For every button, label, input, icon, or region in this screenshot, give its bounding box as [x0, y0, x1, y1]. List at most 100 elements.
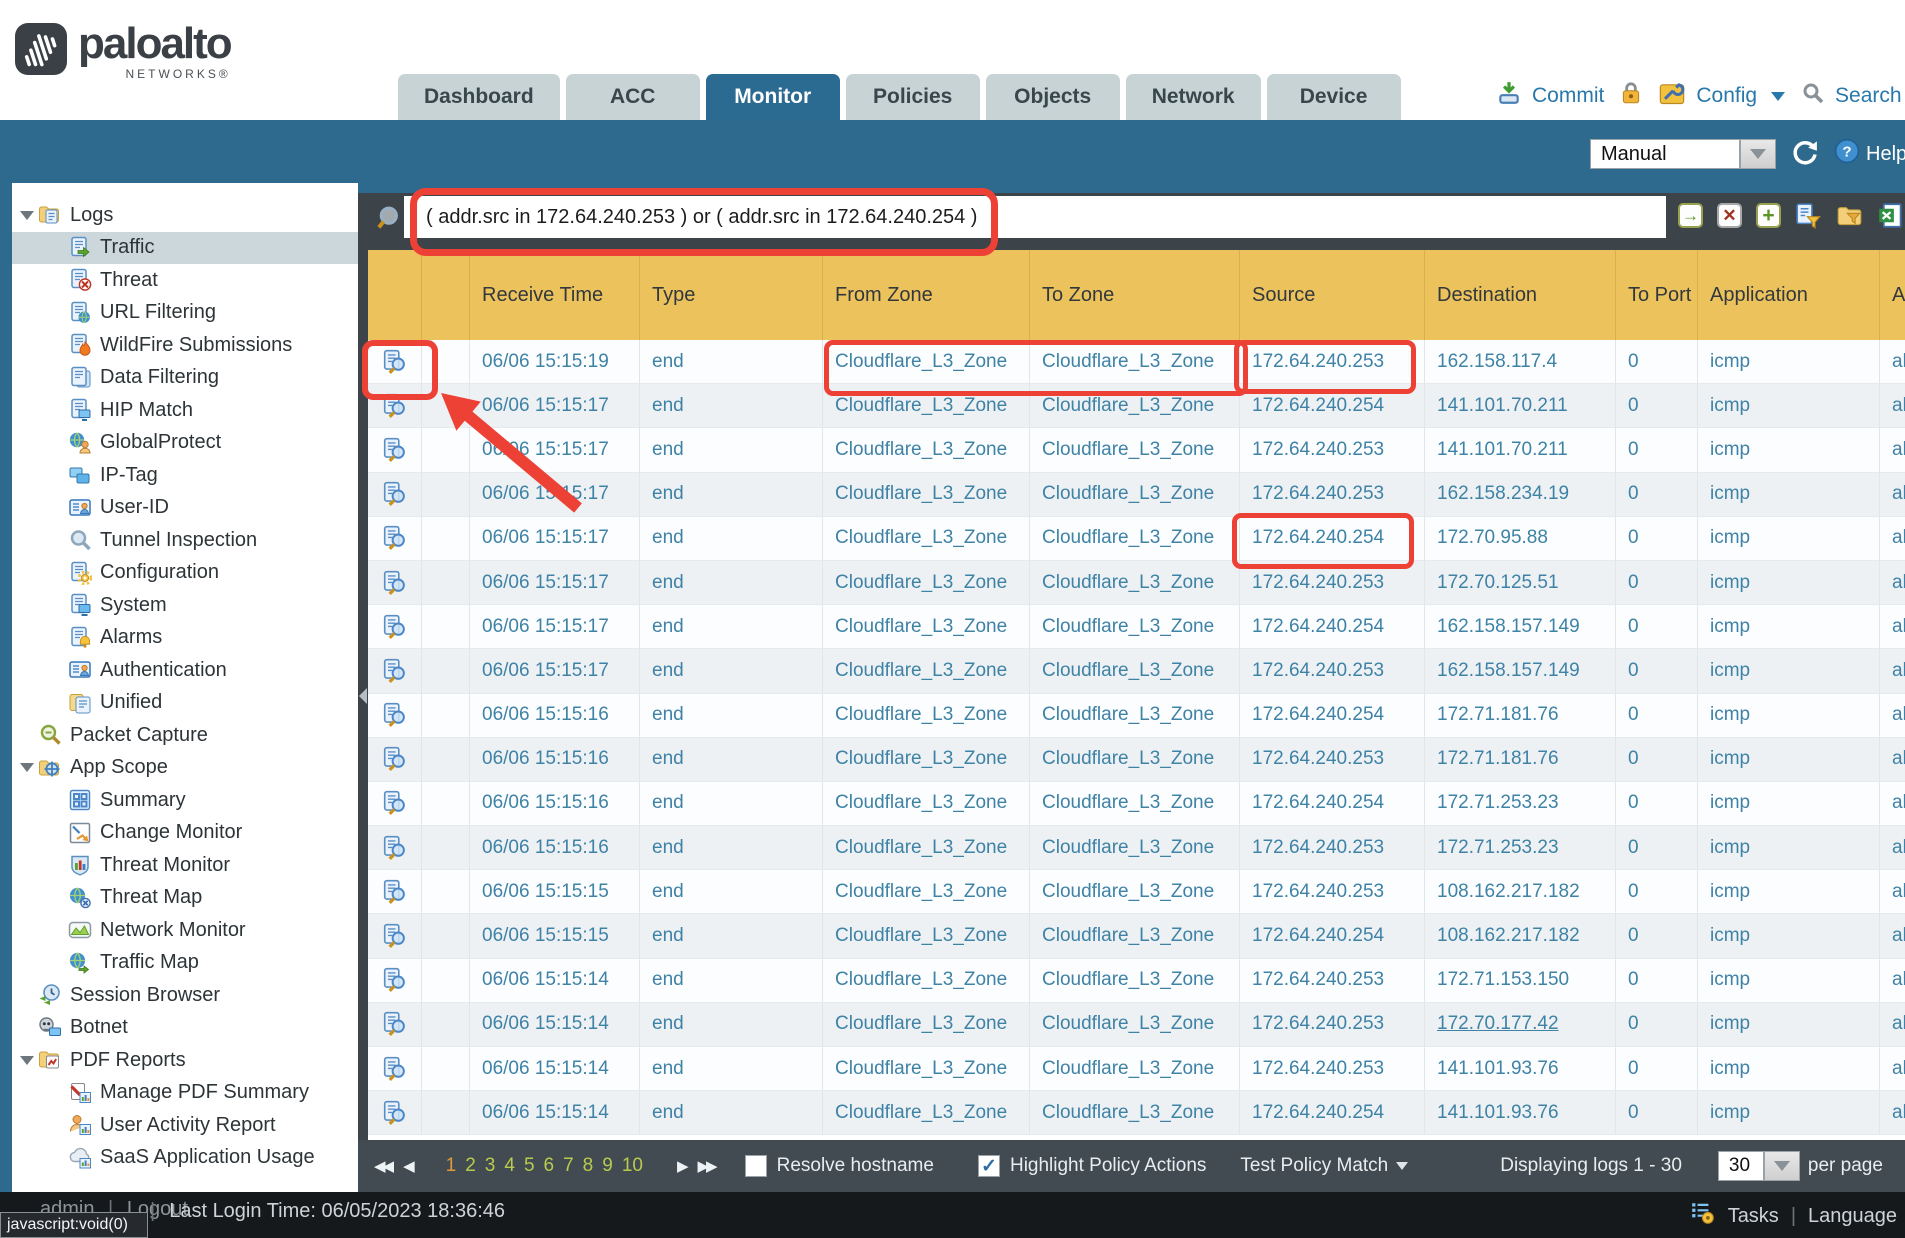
cell-action[interactable]: allow: [1880, 340, 1905, 384]
cell-destination[interactable]: 162.158.157.149: [1425, 605, 1616, 649]
cell-action[interactable]: allow: [1880, 782, 1905, 826]
sidebar-item-tunnel-inspection[interactable]: Tunnel Inspection: [12, 524, 358, 557]
cell-receive-time[interactable]: 06/06 15:15:15: [470, 870, 640, 914]
sidebar-item-data-filtering[interactable]: Data Filtering: [12, 362, 358, 395]
cell-to-port[interactable]: 0: [1616, 384, 1698, 428]
sidebar-item-url-filtering[interactable]: URL Filtering: [12, 297, 358, 330]
column-header-from-zone[interactable]: From Zone: [823, 250, 1030, 340]
cell-to-zone[interactable]: Cloudflare_L3_Zone: [1030, 870, 1240, 914]
sidebar-item-alarms[interactable]: Alarms: [12, 622, 358, 655]
cell-source[interactable]: 172.64.240.253: [1240, 561, 1425, 605]
cell-application[interactable]: icmp: [1698, 517, 1880, 561]
cell-to-port[interactable]: 0: [1616, 428, 1698, 472]
sidebar-item-threat[interactable]: Threat: [12, 264, 358, 297]
cell-application[interactable]: icmp: [1698, 782, 1880, 826]
cell-source[interactable]: 172.64.240.253: [1240, 473, 1425, 517]
tab-policies[interactable]: Policies: [846, 74, 980, 120]
add-filter-button[interactable]: +: [1756, 203, 1781, 228]
next-page-button[interactable]: ▶: [677, 1157, 686, 1175]
cell-destination[interactable]: 141.101.70.211: [1425, 428, 1616, 472]
cell-to-zone[interactable]: Cloudflare_L3_Zone: [1030, 561, 1240, 605]
cell-type[interactable]: end: [640, 914, 823, 958]
cell-from-zone[interactable]: Cloudflare_L3_Zone: [823, 517, 1030, 561]
sidebar-item-change-monitor[interactable]: Change Monitor: [12, 817, 358, 850]
column-header-receive-time[interactable]: Receive Time: [470, 250, 640, 340]
test-policy-match-button[interactable]: Test Policy Match: [1240, 1155, 1388, 1177]
column-header-source[interactable]: Source: [1240, 250, 1425, 340]
log-detail-icon[interactable]: [382, 614, 408, 640]
sidebar-item-logs[interactable]: Logs: [12, 199, 358, 232]
cell-to-port[interactable]: 0: [1616, 959, 1698, 1003]
refresh-icon[interactable]: [1790, 137, 1820, 172]
cell-from-zone[interactable]: Cloudflare_L3_Zone: [823, 428, 1030, 472]
sidebar-item-system[interactable]: System: [12, 589, 358, 622]
tab-device[interactable]: Device: [1267, 74, 1401, 120]
cell-application[interactable]: icmp: [1698, 738, 1880, 782]
cell-action[interactable]: allow: [1880, 473, 1905, 517]
expander-icon[interactable]: [20, 1056, 34, 1065]
cell-from-zone[interactable]: Cloudflare_L3_Zone: [823, 649, 1030, 693]
expander-icon[interactable]: [20, 763, 34, 772]
cell-to-zone[interactable]: Cloudflare_L3_Zone: [1030, 1003, 1240, 1047]
per-page-select[interactable]: 30: [1718, 1151, 1800, 1181]
cell-application[interactable]: icmp: [1698, 914, 1880, 958]
expander-icon[interactable]: [20, 211, 34, 220]
log-table-row[interactable]: 06/06 15:15:17endCloudflare_L3_ZoneCloud…: [368, 384, 1905, 428]
cell-receive-time[interactable]: 06/06 15:15:17: [470, 649, 640, 693]
cell-from-zone[interactable]: Cloudflare_L3_Zone: [823, 782, 1030, 826]
cell-destination[interactable]: 172.70.177.42: [1425, 1003, 1616, 1047]
cell-to-zone[interactable]: Cloudflare_L3_Zone: [1030, 738, 1240, 782]
cell-to-zone[interactable]: Cloudflare_L3_Zone: [1030, 517, 1240, 561]
tab-objects[interactable]: Objects: [986, 74, 1120, 120]
cell-action[interactable]: allow: [1880, 649, 1905, 693]
column-header-destination[interactable]: Destination: [1425, 250, 1616, 340]
cell-type[interactable]: end: [640, 517, 823, 561]
cell-source[interactable]: 172.64.240.253: [1240, 1047, 1425, 1091]
cell-destination[interactable]: 172.70.95.88: [1425, 517, 1616, 561]
cell-to-port[interactable]: 0: [1616, 782, 1698, 826]
cell-to-zone[interactable]: Cloudflare_L3_Zone: [1030, 914, 1240, 958]
cell-to-port[interactable]: 0: [1616, 517, 1698, 561]
cell-to-port[interactable]: 0: [1616, 870, 1698, 914]
cell-action[interactable]: allow: [1880, 384, 1905, 428]
page-number-7[interactable]: 7: [563, 1155, 574, 1177]
lock-icon[interactable]: [1618, 80, 1644, 112]
log-detail-icon[interactable]: [382, 702, 408, 728]
help-icon[interactable]: ?: [1834, 138, 1860, 170]
sidebar-item-traffic[interactable]: Traffic: [12, 232, 358, 265]
log-table-row[interactable]: 06/06 15:15:17endCloudflare_L3_ZoneCloud…: [368, 517, 1905, 561]
column-header-to-port[interactable]: To Port: [1616, 250, 1698, 340]
tab-network[interactable]: Network: [1126, 74, 1261, 120]
cell-from-zone[interactable]: Cloudflare_L3_Zone: [823, 914, 1030, 958]
apply-filter-button[interactable]: →: [1678, 203, 1703, 228]
cell-application[interactable]: icmp: [1698, 826, 1880, 870]
log-table-row[interactable]: 06/06 15:15:17endCloudflare_L3_ZoneCloud…: [368, 605, 1905, 649]
cell-action[interactable]: allow: [1880, 870, 1905, 914]
cell-to-zone[interactable]: Cloudflare_L3_Zone: [1030, 1091, 1240, 1135]
cell-action[interactable]: allow: [1880, 738, 1905, 782]
log-detail-icon[interactable]: [382, 835, 408, 861]
cell-type[interactable]: end: [640, 782, 823, 826]
sidebar-item-configuration[interactable]: Configuration: [12, 557, 358, 590]
cell-to-zone[interactable]: Cloudflare_L3_Zone: [1030, 605, 1240, 649]
log-filter-input[interactable]: [404, 196, 1666, 238]
sidebar-item-wildfire-submissions[interactable]: WildFire Submissions: [12, 329, 358, 362]
cell-action[interactable]: allow: [1880, 914, 1905, 958]
cell-from-zone[interactable]: Cloudflare_L3_Zone: [823, 694, 1030, 738]
log-detail-icon[interactable]: [382, 481, 408, 507]
cell-type[interactable]: end: [640, 605, 823, 649]
cell-source[interactable]: 172.64.240.254: [1240, 384, 1425, 428]
cell-application[interactable]: icmp: [1698, 428, 1880, 472]
cell-receive-time[interactable]: 06/06 15:15:16: [470, 782, 640, 826]
log-detail-icon[interactable]: [382, 570, 408, 596]
cell-to-port[interactable]: 0: [1616, 561, 1698, 605]
cell-application[interactable]: icmp: [1698, 384, 1880, 428]
log-table-row[interactable]: 06/06 15:15:16endCloudflare_L3_ZoneCloud…: [368, 782, 1905, 826]
cell-to-zone[interactable]: Cloudflare_L3_Zone: [1030, 826, 1240, 870]
cell-source[interactable]: 172.64.240.254: [1240, 914, 1425, 958]
log-table-row[interactable]: 06/06 15:15:16endCloudflare_L3_ZoneCloud…: [368, 826, 1905, 870]
log-detail-icon[interactable]: [382, 349, 408, 375]
cell-to-zone[interactable]: Cloudflare_L3_Zone: [1030, 473, 1240, 517]
cell-action[interactable]: allow: [1880, 959, 1905, 1003]
sidebar-item-pdf-reports[interactable]: PDF Reports: [12, 1044, 358, 1077]
